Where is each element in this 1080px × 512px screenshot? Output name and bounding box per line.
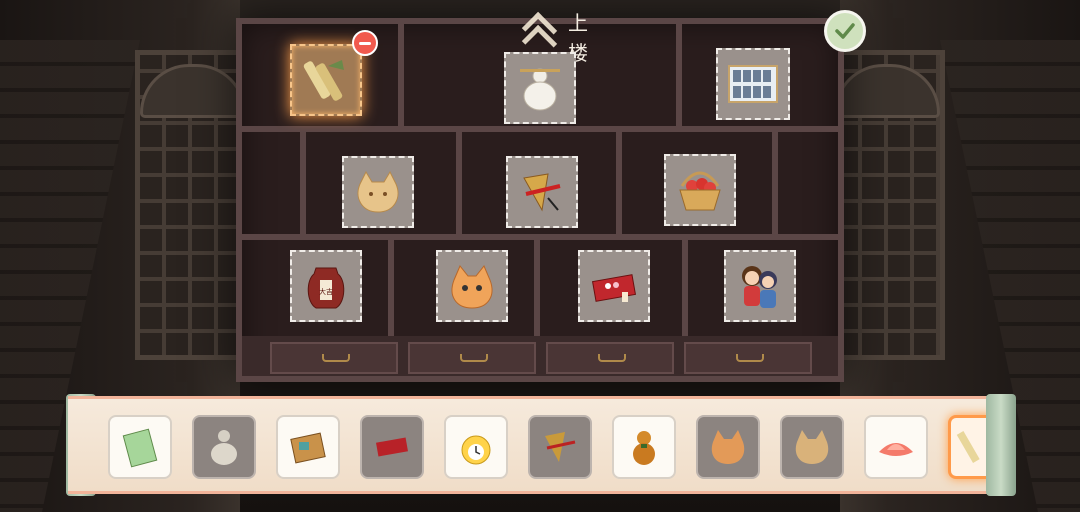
- shelf-divider: [676, 24, 682, 126]
- photo-board-icon: [728, 65, 778, 103]
- shelf-divider: [388, 234, 394, 336]
- cabinet-slot-cat-cushion[interactable]: [436, 250, 508, 322]
- cat-cookie-icon: [795, 430, 829, 464]
- checkmark-icon: [835, 23, 855, 39]
- cabinet-slot-idol-photo-board[interactable]: [716, 48, 790, 120]
- chick-clock-icon: [461, 435, 491, 465]
- cabinet-slot-apple-basket[interactable]: [664, 154, 736, 226]
- cabinet-slot-red-gift-box[interactable]: [578, 250, 650, 322]
- lotus-lamp-icon: [879, 443, 913, 456]
- scroll-end-right: [986, 394, 1016, 496]
- inventory-slot-fan-ornament[interactable]: [528, 415, 592, 479]
- drawer-row: [242, 336, 838, 376]
- ticket-icon: [122, 428, 158, 468]
- bamboo-scroll-icon: [303, 60, 344, 101]
- fan-ornament-icon: [545, 432, 576, 462]
- shelf-divider: [616, 126, 622, 234]
- shelf-divider: [300, 126, 306, 234]
- shelf-divider: [682, 234, 688, 336]
- toolbox-icon: [290, 432, 326, 464]
- apple-basket-icon: [679, 171, 721, 211]
- inventory-slot-gourd-vase[interactable]: [192, 415, 256, 479]
- shelf-divider: [456, 126, 462, 234]
- drawer: [546, 342, 674, 374]
- cat-cookie-icon: [357, 170, 399, 213]
- cat-cushion-icon: [451, 265, 493, 309]
- shelf-divider: [398, 24, 404, 126]
- cabinet-slot-fan-ornament[interactable]: [506, 156, 578, 228]
- drawer: [408, 342, 536, 374]
- inventory-slot-chick-clock[interactable]: [444, 415, 508, 479]
- cabinet-slot-bamboo-scroll[interactable]: [290, 44, 362, 116]
- shelf-divider: [242, 234, 838, 240]
- cabinet-slot-chibi-couple-figures[interactable]: [724, 250, 796, 322]
- shelf-divider: [242, 126, 838, 132]
- cabinet-slot-gourd-vase[interactable]: [504, 52, 576, 124]
- chibi-figures-icon: [742, 266, 777, 308]
- gift-box-icon: [376, 437, 408, 457]
- shelf-divider: [534, 234, 540, 336]
- gourd-vase-icon: [520, 68, 560, 111]
- drawer: [270, 342, 398, 374]
- confirm-button[interactable]: [824, 10, 866, 52]
- inventory-slot-lucky-cat-cookie[interactable]: [780, 415, 844, 479]
- inventory-slot-calabash-gourd[interactable]: [612, 415, 676, 479]
- cabinet-slot-wine-jar[interactable]: 大吉: [290, 250, 362, 322]
- wine-jar-icon: 大吉: [307, 267, 345, 309]
- fan-ornament-icon: [523, 173, 561, 212]
- go-upstairs-button[interactable]: [518, 11, 560, 61]
- inventory-slot-green-ticket[interactable]: [108, 415, 172, 479]
- gift-box-icon: [591, 274, 637, 302]
- inventory-slot-lotus-lamp[interactable]: [864, 415, 928, 479]
- inventory-slot-red-gift-box[interactable]: [360, 415, 424, 479]
- calabash-icon: [633, 431, 655, 465]
- shelf-divider: [772, 126, 778, 234]
- game-scene: 上楼 大吉: [0, 0, 1080, 512]
- gourd-vase-icon: [211, 430, 237, 465]
- inventory-slot-wooden-toolbox[interactable]: [276, 415, 340, 479]
- drawer: [684, 342, 812, 374]
- wine-jar-label: 大吉: [319, 287, 333, 296]
- inventory-bar: [68, 396, 1012, 494]
- inventory-slot-cat-cushion[interactable]: [696, 415, 760, 479]
- remove-item-button[interactable]: [352, 30, 378, 56]
- cat-cushion-icon: [711, 430, 745, 464]
- cabinet-slot-lucky-cat-cookie[interactable]: [342, 156, 414, 228]
